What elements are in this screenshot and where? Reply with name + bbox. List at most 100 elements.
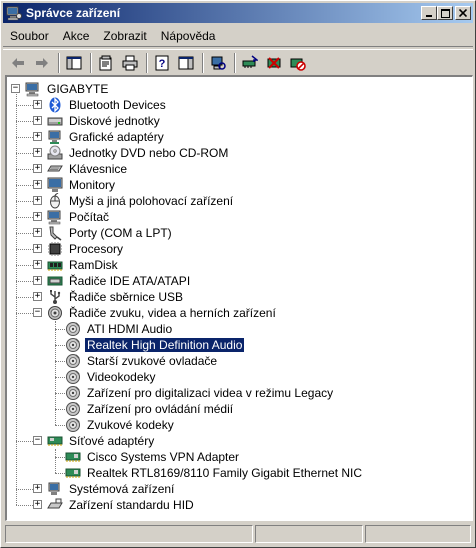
usb-icon [50, 290, 61, 304]
update-driver-button[interactable] [239, 53, 261, 73]
sound-device-icon [66, 322, 80, 336]
tree-connector [55, 361, 65, 362]
toolbar-separator [234, 52, 236, 73]
menu-soubor[interactable]: Soubor [3, 29, 56, 43]
device-manager-icon [6, 6, 22, 21]
ramdisk-icon [47, 261, 63, 271]
category-toggle[interactable]: − [33, 436, 42, 445]
tree-device[interactable]: Realtek RTL8169/8110 Family Gigabit Ethe… [85, 466, 364, 480]
tree-category[interactable]: Zařízení standardu HID [67, 498, 196, 512]
print-icon [122, 55, 138, 70]
tree-device[interactable]: Zařízení pro ovládání médií [85, 402, 235, 416]
sound-icon [48, 306, 62, 320]
tree-category[interactable]: Jednotky DVD nebo CD-ROM [67, 146, 230, 160]
svg-text:?: ? [159, 58, 166, 70]
maximize-icon [440, 8, 450, 18]
tree-device[interactable]: Videokodeky [85, 370, 158, 384]
update-driver-icon [242, 54, 258, 68]
device-manager-window: Správce zařízení Soubor Akce Zobrazit Ná… [0, 0, 476, 548]
device-tree-panel[interactable]: − GIGABYTE + Bluetooth Devices + Diskové jedn… [5, 75, 473, 521]
scan-hardware-button[interactable] [207, 53, 229, 73]
tree-connector [16, 505, 33, 506]
processor-icon [48, 242, 62, 256]
tree-category[interactable]: Procesory [67, 242, 125, 256]
monitor-icon [47, 177, 63, 192]
category-toggle[interactable]: + [33, 260, 42, 269]
forward-button[interactable] [31, 53, 53, 73]
print-button[interactable] [119, 53, 141, 73]
category-toggle[interactable]: + [33, 212, 42, 221]
tree-category[interactable]: Grafické adaptéry [67, 130, 166, 144]
tree-category[interactable]: Řadiče IDE ATA/ATAPI [67, 274, 192, 288]
tree-connector [55, 393, 65, 394]
disk-drive-icon [47, 117, 63, 126]
menu-zobrazit[interactable]: Zobrazit [96, 29, 153, 43]
category-toggle[interactable]: + [33, 276, 42, 285]
properties-button[interactable] [95, 53, 117, 73]
tree-category[interactable]: Klávesnice [67, 162, 129, 176]
category-toggle[interactable]: + [33, 292, 42, 301]
bluetooth-icon [49, 97, 61, 113]
back-button[interactable] [7, 53, 29, 73]
tree-connector [16, 249, 33, 250]
tree-root-computer[interactable]: GIGABYTE [45, 82, 110, 96]
tree-connector [16, 297, 33, 298]
tree-connector [16, 94, 17, 505]
category-toggle[interactable]: + [33, 164, 42, 173]
tree-device[interactable]: Zvukové kodeky [85, 418, 176, 432]
help-button[interactable]: ? [151, 53, 173, 73]
tree-connector [16, 281, 33, 282]
tree-device[interactable]: Cisco Systems VPN Adapter [85, 450, 241, 464]
root-collapse-toggle[interactable]: − [11, 84, 20, 93]
tree-device[interactable]: Zařízení pro digitalizaci videa v režimu… [85, 386, 335, 400]
tree-category[interactable]: Řadiče sběrnice USB [67, 290, 185, 304]
tree-connector [16, 153, 33, 154]
disable-button[interactable] [287, 53, 309, 73]
tree-category[interactable]: Síťové adaptéry [67, 434, 156, 448]
tree-category[interactable]: Monitory [67, 178, 117, 192]
category-toggle[interactable]: + [33, 500, 42, 509]
tree-connector [55, 457, 65, 458]
tree-device[interactable]: Realtek High Definition Audio [83, 337, 246, 353]
tree-category[interactable]: Porty (COM a LPT) [67, 226, 174, 240]
close-button[interactable] [455, 6, 471, 20]
menu-napoveda[interactable]: Nápověda [154, 29, 223, 43]
tree-category[interactable]: Systémová zařízení [67, 482, 176, 496]
category-toggle[interactable]: + [33, 148, 42, 157]
menu-akce[interactable]: Akce [56, 29, 97, 43]
category-toggle[interactable]: + [33, 180, 42, 189]
tree-connector [55, 425, 65, 426]
category-toggle[interactable]: + [33, 484, 42, 493]
minimize-button[interactable] [421, 6, 437, 20]
category-toggle[interactable]: + [33, 196, 42, 205]
tree-connector [55, 329, 65, 330]
window-title: Správce zařízení [26, 6, 121, 20]
category-toggle[interactable]: + [33, 100, 42, 109]
tree-device[interactable]: Starší zvukové ovladače [85, 354, 219, 368]
show-hide-console-tree-button[interactable] [63, 53, 85, 73]
help-icon: ? [155, 55, 169, 70]
system-device-icon [48, 482, 60, 495]
category-toggle[interactable]: − [33, 308, 42, 317]
tree-category[interactable]: RamDisk [67, 258, 120, 272]
tree-connector [55, 449, 56, 473]
category-toggle[interactable]: + [33, 228, 42, 237]
nic-device-icon [65, 468, 81, 478]
uninstall-button[interactable] [263, 53, 285, 73]
tree-category[interactable]: Bluetooth Devices [67, 98, 168, 112]
category-toggle[interactable]: + [33, 132, 42, 141]
show-hide-action-pane-button[interactable] [175, 53, 197, 73]
status-pane-main [5, 525, 253, 543]
category-toggle[interactable]: + [33, 244, 42, 253]
tree-device[interactable]: ATI HDMI Audio [85, 322, 174, 336]
tree-connector [16, 489, 33, 490]
status-pane-2 [255, 525, 363, 543]
title-bar[interactable]: Správce zařízení [3, 3, 473, 23]
tree-category[interactable]: Myši a jiná polohovací zařízení [67, 194, 235, 208]
category-toggle[interactable]: + [33, 116, 42, 125]
tree-category[interactable]: Diskové jednotky [67, 114, 162, 128]
maximize-button[interactable] [437, 6, 453, 20]
port-icon [49, 226, 62, 241]
tree-category[interactable]: Počítač [67, 210, 111, 224]
tree-category[interactable]: Řadiče zvuku, videa a herních zařízení [67, 306, 278, 320]
